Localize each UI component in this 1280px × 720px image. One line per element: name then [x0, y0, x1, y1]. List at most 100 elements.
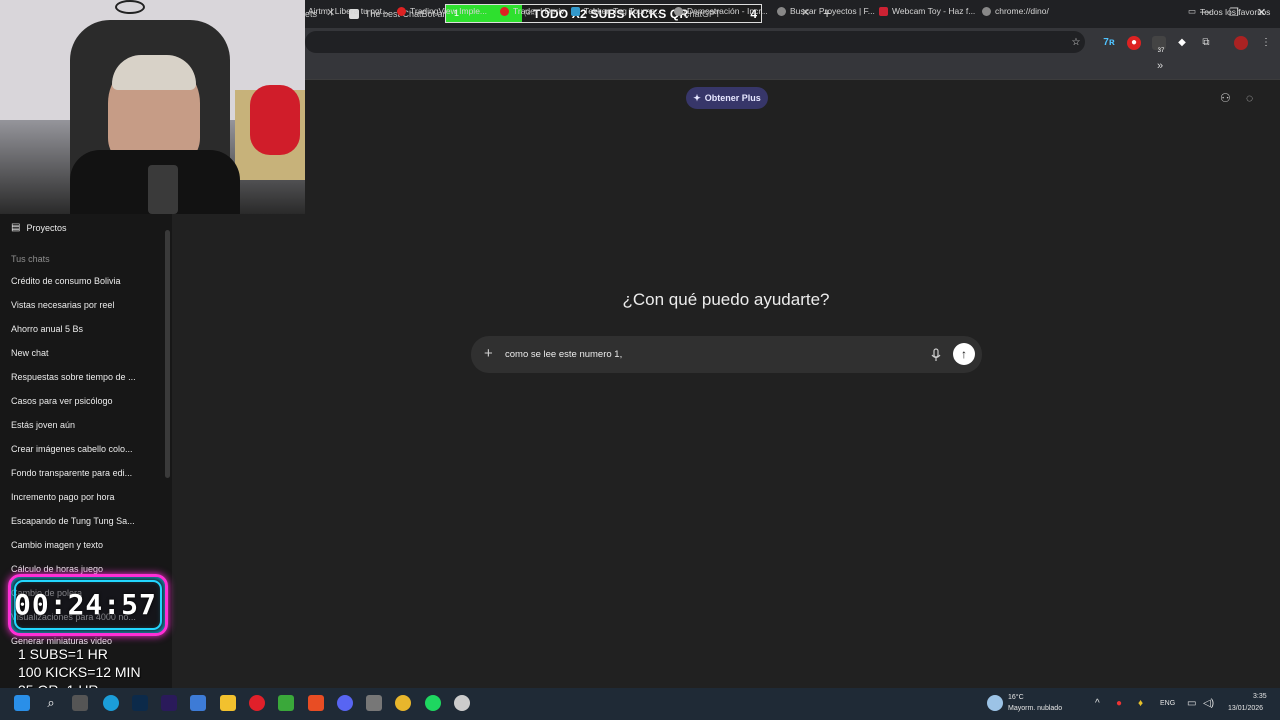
all-bookmarks[interactable]: ▭ Todos los favoritos	[1188, 6, 1270, 17]
site-icon	[674, 6, 683, 16]
chat-item[interactable]: Fondo transparente para edi...	[11, 468, 132, 478]
extension-record-icon[interactable]: ●	[1127, 36, 1141, 50]
tray-record-icon[interactable]: ●	[1116, 698, 1122, 709]
bookmark-label: Buscar Proyectos | F...	[790, 6, 875, 16]
deriv-icon	[500, 6, 509, 16]
chat-item[interactable]: Vistas necesarias por reel	[11, 300, 114, 310]
premiere-icon[interactable]	[161, 695, 177, 711]
send-button[interactable]: ↑	[953, 343, 975, 365]
tray-mic-icon[interactable]: ♦	[1138, 698, 1143, 709]
sparkle-icon: ✦	[693, 92, 701, 103]
bookmark-item[interactable]: Tekken Tag Tourna...	[571, 6, 662, 16]
globe-icon	[777, 6, 786, 16]
network-icon[interactable]: ▭	[1187, 698, 1196, 709]
diamond-icon[interactable]: ◆	[1175, 36, 1189, 50]
webcam-toy-icon	[879, 6, 888, 16]
chat-item[interactable]: Crear imágenes cabello colo...	[11, 444, 133, 454]
discord-icon[interactable]	[337, 695, 353, 711]
app-icon[interactable]	[366, 695, 382, 711]
chat-item[interactable]: Ahorro anual 5 Bs	[11, 324, 83, 334]
bookmark-item[interactable]: Airtm | Libera tu pot...	[308, 6, 389, 16]
bookmark-item[interactable]: Trader | Deriv	[500, 6, 565, 16]
globe-icon	[982, 6, 991, 16]
stream-timer: 00:24:57	[14, 588, 157, 621]
deriv-icon	[397, 6, 406, 16]
chat-item[interactable]: Generar miniaturas video	[11, 636, 112, 646]
bookmark-label: Trader | Deriv	[513, 6, 565, 16]
spotify-icon[interactable]	[425, 695, 441, 711]
search-icon[interactable]: ⌕	[43, 695, 59, 711]
stream-rule: 100 KICKS=12 MIN	[18, 664, 141, 680]
chat-main	[172, 81, 1280, 688]
bookmark-item[interactable]: Webcam Toy - Haz f...	[879, 6, 975, 16]
weather-temp: 16°C	[1008, 694, 1024, 701]
bookmark-item[interactable]: Demostración - Incr...	[674, 6, 768, 16]
page-title: ¿Con qué puedo ayudarte?	[622, 290, 830, 309]
star-icon[interactable]: ☆	[1069, 36, 1083, 50]
bookmark-label: chrome://dino/	[995, 6, 1049, 16]
bookmark-item[interactable]: Buscar Proyectos | F...	[777, 6, 875, 16]
bookmark-item[interactable]: TradingView Imple...	[397, 6, 487, 16]
puzzle-icon[interactable]: ⧉	[1199, 36, 1213, 50]
sidebar-item-projects[interactable]: ▤ Proyectos	[11, 222, 66, 233]
task-view-icon[interactable]	[72, 695, 88, 711]
windows-start-icon[interactable]	[14, 695, 30, 711]
brave-icon[interactable]	[308, 695, 324, 711]
plus-icon[interactable]: +	[484, 345, 493, 362]
bookmark-label: Todos los favoritos	[1200, 6, 1271, 17]
scrollbar[interactable]	[165, 230, 170, 478]
bookmark-label: TradingView Imple...	[410, 6, 488, 16]
extension-icon[interactable]: 7ʀ	[1102, 36, 1116, 50]
bookmark-label: Airtm | Libera tu pot...	[308, 6, 390, 16]
weather-desc: Mayorm. nublado	[1008, 705, 1063, 712]
get-plus-button[interactable]: ✦ Obtener Plus	[686, 87, 768, 109]
bookmark-label: Tekken Tag Tourna...	[584, 6, 663, 16]
temporary-chat-icon[interactable]: ◌	[1246, 91, 1253, 105]
folder-icon: ▭	[1188, 6, 1197, 16]
chat-item[interactable]: Estás joven aún	[11, 420, 75, 430]
chat-item[interactable]: Crédito de consumo Bolivia	[11, 276, 121, 286]
chat-item[interactable]: New chat	[11, 348, 49, 358]
folder-icon: ▤	[11, 222, 21, 233]
bookmark-item[interactable]: chrome://dino/	[982, 6, 1049, 16]
menu-dots-icon[interactable]: ⋮	[1259, 36, 1273, 50]
microphone-icon[interactable]	[930, 348, 942, 362]
get-plus-label: Obtener Plus	[704, 93, 761, 103]
sidebar-item-label: Proyectos	[26, 222, 67, 233]
edge-icon[interactable]	[103, 695, 119, 711]
chrome-icon[interactable]	[395, 695, 411, 711]
minecraft-icon[interactable]	[278, 695, 294, 711]
stream-rule: 1 SUBS=1 HR	[18, 646, 108, 662]
chevron-right-icon[interactable]: »	[1157, 60, 1163, 72]
tray-chevron-icon[interactable]: ^	[1095, 698, 1100, 709]
chat-item[interactable]: Incremento pago por hora	[11, 492, 115, 502]
avatar[interactable]	[1234, 36, 1248, 50]
webcam-plush	[250, 85, 300, 155]
prompt-input[interactable]: como se lee este numero 1,	[505, 349, 622, 360]
deriv-app-icon[interactable]	[249, 695, 265, 711]
chatgpt-app-icon[interactable]	[454, 695, 470, 711]
bookmark-label: Webcam Toy - Haz f...	[892, 6, 976, 16]
clock-date[interactable]: 13/01/2026	[1228, 705, 1263, 712]
webcam-lamp	[115, 0, 145, 14]
user-icon[interactable]: ⚇	[1220, 91, 1231, 105]
chat-item[interactable]: Casos para ver psicólogo	[11, 396, 113, 406]
section-heading: Tus chats	[11, 254, 50, 264]
chat-item[interactable]: Escapando de Tung Tung Sa...	[11, 516, 135, 526]
file-explorer-icon[interactable]	[220, 695, 236, 711]
language-indicator[interactable]: ENG	[1160, 700, 1175, 707]
chat-item[interactable]: Cálculo de horas juego	[11, 564, 103, 574]
store-icon[interactable]	[190, 695, 206, 711]
clock-time[interactable]: 3:35	[1253, 693, 1267, 700]
webcam-cap	[112, 55, 196, 90]
photoshop-icon[interactable]	[132, 695, 148, 711]
volume-icon[interactable]: ◁)	[1203, 698, 1214, 709]
tekken-icon	[571, 6, 580, 16]
webcam-mic	[148, 165, 178, 214]
chat-item[interactable]: Cambio imagen y texto	[11, 540, 103, 550]
chat-item[interactable]: Respuestas sobre tiempo de ...	[11, 372, 136, 382]
bookmark-label: Demostración - Incr...	[687, 6, 768, 16]
omnibox[interactable]	[305, 31, 1085, 53]
weather-icon	[987, 695, 1003, 711]
webcam-overlay	[0, 0, 305, 214]
